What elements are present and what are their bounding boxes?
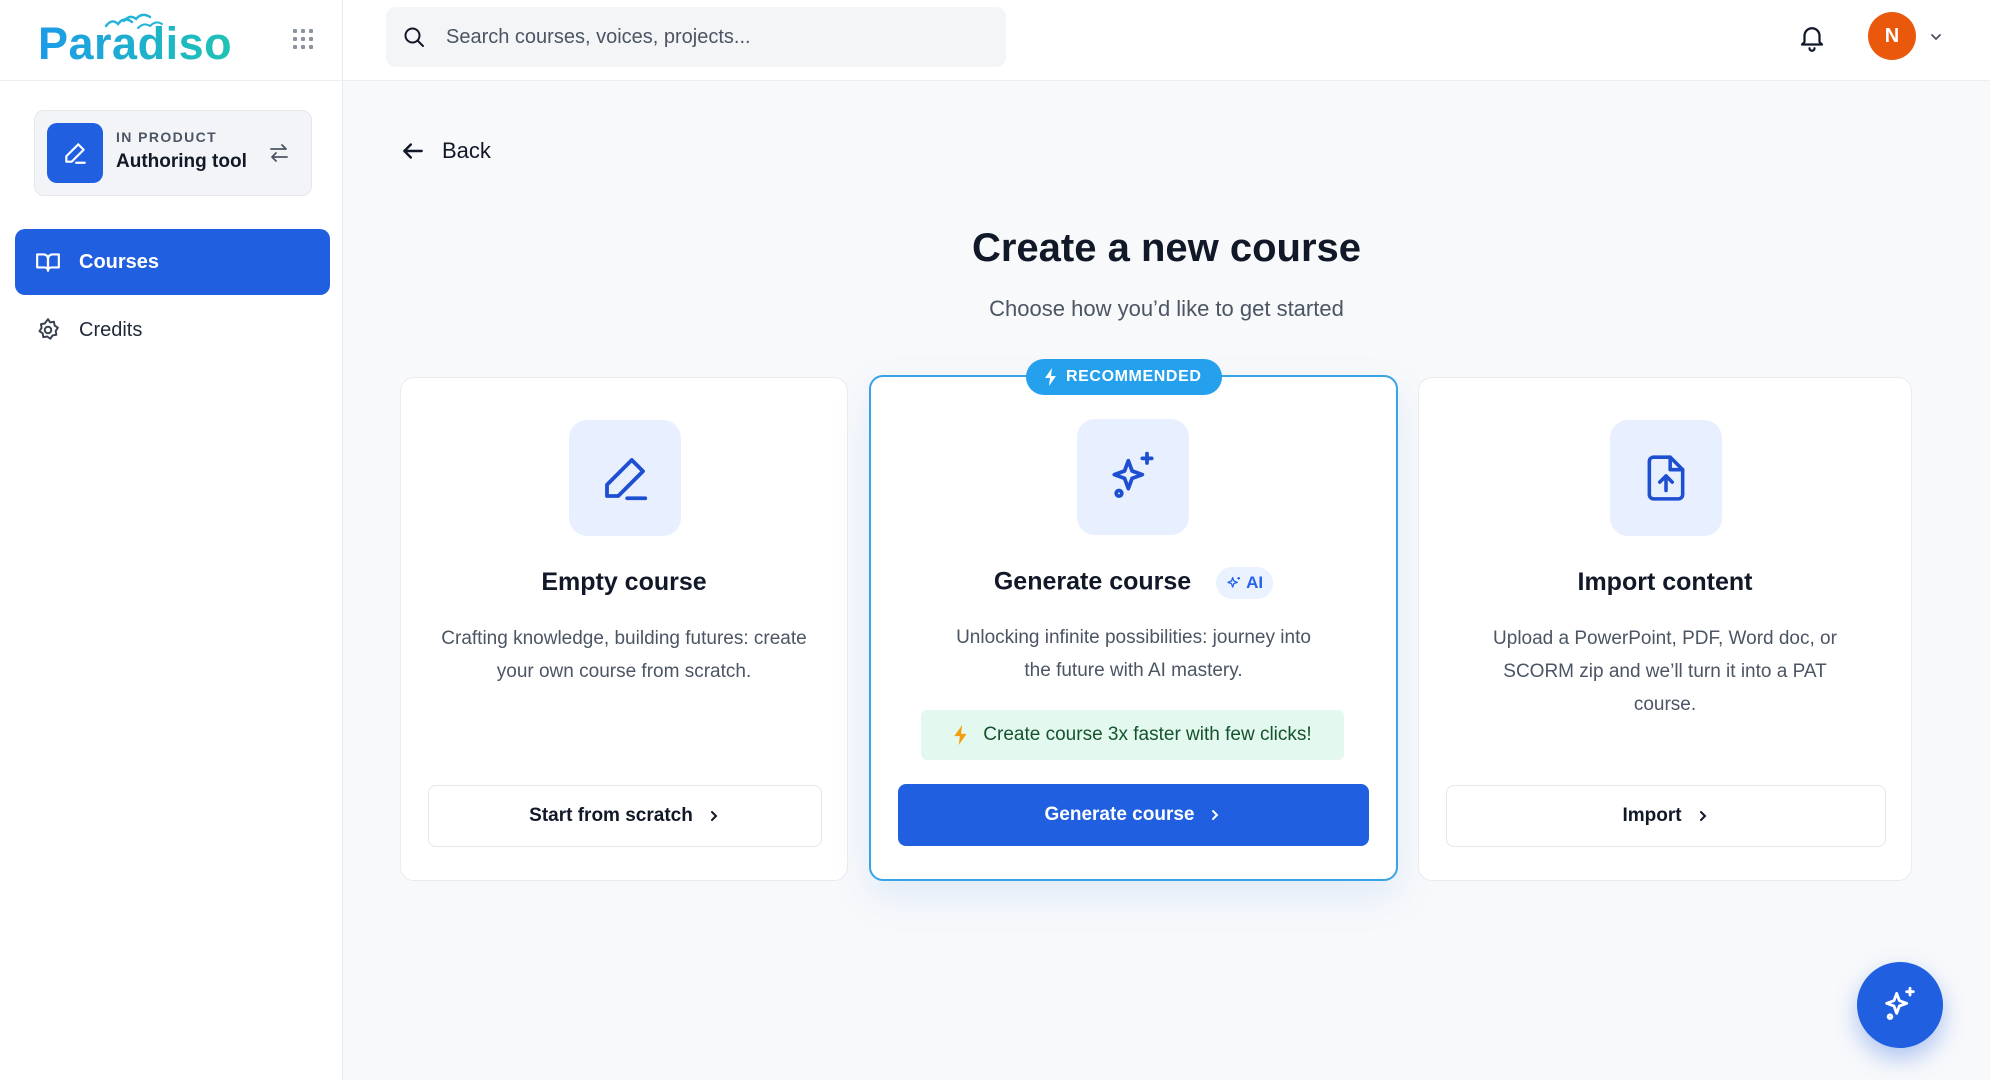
sparkles-icon: [1885, 986, 1915, 1020]
switch-arrows-icon[interactable]: [267, 141, 291, 165]
product-name: Authoring tool: [116, 151, 247, 172]
product-switcher[interactable]: IN PRODUCT Authoring tool: [34, 110, 312, 196]
sidebar-item-label: Courses: [79, 250, 160, 273]
bell-icon[interactable]: [1797, 22, 1827, 52]
ai-assistant-button[interactable]: [1857, 962, 1943, 1048]
card-title: Generate course: [993, 567, 1192, 596]
button-label: Import: [1622, 805, 1682, 826]
generate-course-card[interactable]: RECOMMENDED Generate course AI Unlocking…: [869, 359, 1398, 881]
promo-banner: Create course 3x faster with few clicks!: [921, 710, 1344, 760]
logo-row: Paradiso: [0, 0, 342, 81]
card-title-row: Generate course AI: [871, 567, 1396, 599]
birds-icon: [104, 13, 163, 29]
sidebar-nav: Courses Credits: [15, 229, 330, 365]
book-icon: [35, 249, 61, 275]
search-input[interactable]: [446, 25, 1006, 49]
start-from-scratch-button[interactable]: Start from scratch: [428, 785, 822, 847]
sidebar: Paradiso IN PRODUCT Authoring tool Cours…: [0, 0, 343, 1080]
pencil-icon: [569, 420, 681, 536]
import-content-card[interactable]: Import content Upload a PowerPoint, PDF,…: [1418, 377, 1912, 881]
recommended-label: RECOMMENDED: [1066, 368, 1202, 385]
brand-logo[interactable]: Paradiso: [38, 13, 232, 74]
card-description: Unlocking infinite possibilities: journe…: [956, 627, 1311, 681]
back-label: Back: [442, 138, 491, 163]
sidebar-item-credits[interactable]: Credits: [15, 297, 330, 363]
back-button[interactable]: Back: [400, 138, 491, 164]
sidebar-item-label: Credits: [79, 318, 143, 341]
lightning-icon: [1045, 368, 1056, 386]
page-subtitle: Choose how you’d like to get started: [989, 296, 1344, 321]
chevron-right-icon: [710, 811, 718, 821]
top-bar: N: [343, 0, 1990, 81]
page-title: Create a new course: [971, 226, 1362, 270]
button-label: Generate course: [1044, 804, 1195, 825]
import-button[interactable]: Import: [1446, 785, 1886, 847]
product-kicker: IN PRODUCT: [116, 129, 218, 145]
chevron-right-icon: [1699, 811, 1706, 821]
recommended-badge: RECOMMENDED: [1026, 359, 1222, 395]
pencil-icon: [47, 123, 103, 183]
chevron-down-icon[interactable]: [1929, 30, 1943, 44]
sparkles-icon: [1077, 419, 1189, 535]
card-description: Crafting knowledge, building futures: cr…: [441, 628, 807, 682]
gear-icon: [35, 317, 61, 343]
generate-course-button[interactable]: Generate course: [898, 784, 1369, 846]
search-icon: [404, 27, 424, 47]
empty-course-card[interactable]: Empty course Crafting knowledge, buildin…: [400, 377, 848, 881]
apps-grid-icon[interactable]: [290, 26, 316, 52]
ai-label: AI: [1246, 573, 1264, 592]
arrow-left-icon: [403, 143, 423, 159]
card-title: Empty course: [541, 568, 707, 596]
button-label: Start from scratch: [529, 805, 693, 826]
sparkles-icon: [1227, 577, 1241, 588]
lightning-icon: [954, 725, 967, 745]
promo-text: Create course 3x faster with few clicks!: [983, 724, 1312, 745]
file-upload-icon: [1610, 420, 1722, 536]
sidebar-item-courses[interactable]: Courses: [15, 229, 330, 295]
card-description: Upload a PowerPoint, PDF, Word doc, or S…: [1493, 628, 1837, 715]
chevron-right-icon: [1212, 810, 1219, 820]
search-box[interactable]: [386, 7, 1006, 67]
card-title: Import content: [1577, 568, 1753, 596]
avatar[interactable]: N: [1868, 12, 1916, 60]
ai-badge: AI: [1216, 567, 1274, 599]
